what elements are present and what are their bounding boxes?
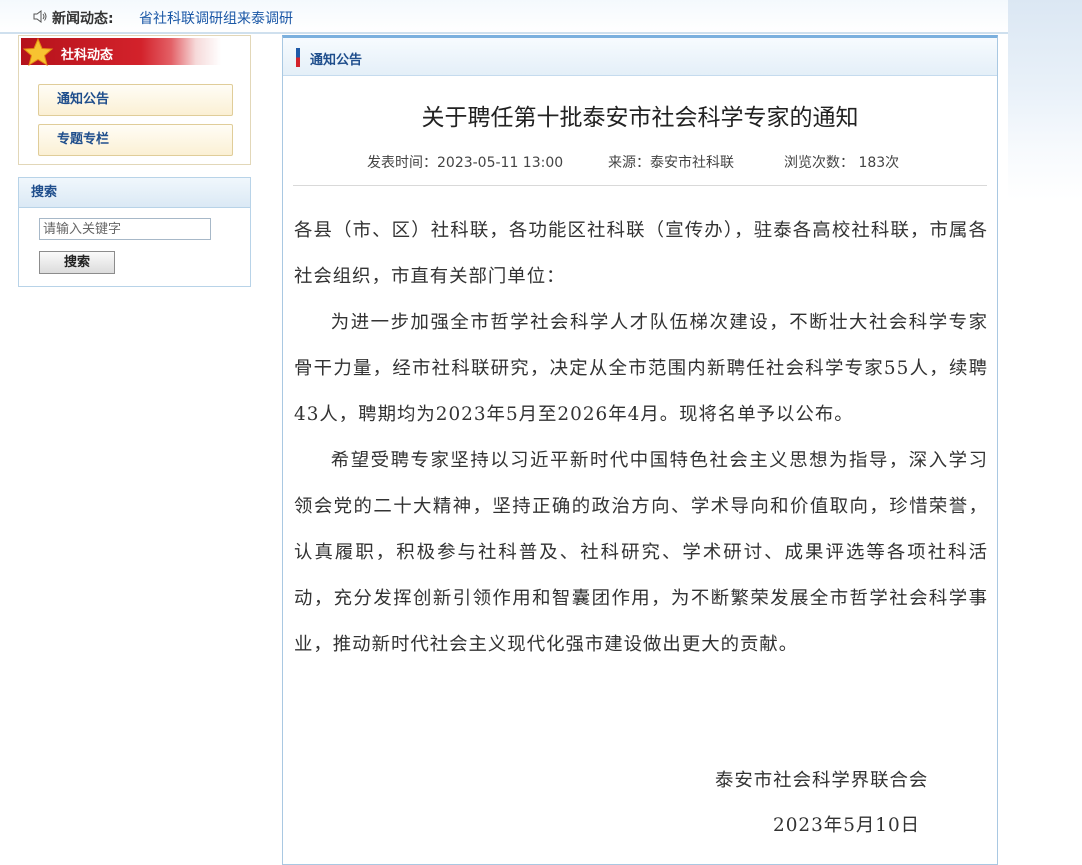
publish-time: 发表时间：2023-05-11 13:00 <box>367 155 564 171</box>
article-panel-header: 通知公告 <box>283 38 997 76</box>
article-panel: 通知公告 关于聘任第十批泰安市社会科学专家的通知 发表时间：2023-05-11… <box>282 35 998 865</box>
sidebar-section-title: 社科动态 <box>61 48 114 63</box>
sidebar-item-notices[interactable]: 通知公告 <box>38 84 233 116</box>
search-title: 搜索 <box>19 178 250 208</box>
speaker-icon <box>33 10 47 23</box>
news-ticker-bar: 新闻动态: 省社科联调研组来泰调研 <box>0 0 1008 34</box>
news-headline-link[interactable]: 省社科联调研组来泰调研 <box>139 8 293 28</box>
body-paragraph: 希望受聘专家坚持以习近平新时代中国特色社会主义思想为指导，深入学习领会党的二十大… <box>294 450 988 655</box>
sidebar-news-box: 社科动态 通知公告 专题专栏 <box>18 35 251 165</box>
signature: 泰安市社会科学界联合会 <box>715 770 929 791</box>
star-icon <box>22 38 54 66</box>
divider <box>293 185 987 186</box>
article-body: 各县（市、区）社科联，各功能区社科联（宣传办），驻泰各高校社科联，市属各社会组织… <box>294 208 988 668</box>
search-button[interactable]: 搜索 <box>39 251 115 274</box>
body-paragraph: 为进一步加强全市哲学社会科学人才队伍梯次建设，不断壮大社会科学专家骨干力量，经市… <box>294 312 988 425</box>
right-background-band <box>1008 0 1082 847</box>
sidebar-ribbon: 社科动态 <box>21 38 250 66</box>
news-label: 新闻动态: <box>52 11 114 27</box>
search-box: 搜索 搜索 <box>18 177 251 287</box>
view-count: 浏览次数： 183次 <box>784 155 900 171</box>
header-marker-icon <box>296 48 300 67</box>
salutation: 各县（市、区）社科联，各功能区社科联（宣传办），驻泰各高校社科联，市属各社会组织… <box>294 220 988 287</box>
sidebar-item-special-topics[interactable]: 专题专栏 <box>38 124 233 156</box>
article-title: 关于聘任第十批泰安市社会科学专家的通知 <box>421 105 859 131</box>
article-source: 来源：泰安市社科联 <box>608 155 734 171</box>
section-label: 通知公告 <box>310 53 363 68</box>
signature-date: 2023年5月10日 <box>773 815 921 836</box>
search-input[interactable] <box>39 218 211 240</box>
